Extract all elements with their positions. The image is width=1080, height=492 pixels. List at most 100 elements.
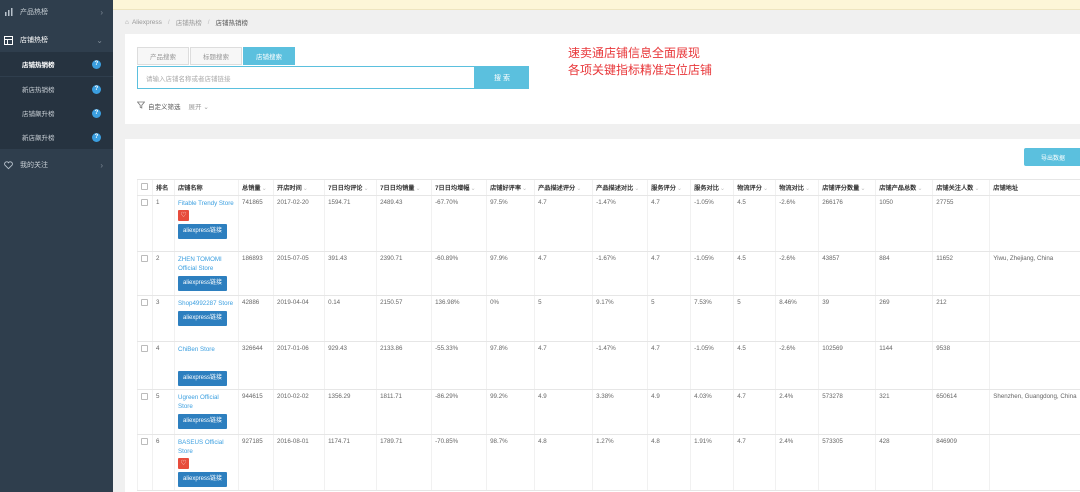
store-name-link[interactable]: Shop4992287 Store: [178, 300, 233, 307]
column-header[interactable]: 店铺好评率⌄: [486, 179, 535, 196]
sidebar-item-store-hot[interactable]: 店铺热榜 ⌄: [0, 28, 113, 52]
row-checkbox[interactable]: [137, 251, 153, 296]
store-name-link[interactable]: BASEUS Official Store: [178, 439, 224, 455]
search-input[interactable]: 请输入店铺名称或者店铺链接: [137, 66, 475, 89]
search-button[interactable]: 搜 索: [475, 66, 529, 89]
tab-product-search[interactable]: 产品搜索: [137, 47, 189, 65]
column-header[interactable]: 产品描述评分⌄: [534, 179, 593, 196]
table-cell: 5: [534, 295, 593, 342]
bar-chart-icon: [4, 7, 13, 17]
aliexpress-link-button[interactable]: aliexpress链接: [178, 414, 228, 429]
breadcrumb-link[interactable]: Aliexpress: [132, 19, 162, 26]
table-cell: 9538: [932, 341, 990, 390]
column-header[interactable]: 总销量⌄: [238, 179, 274, 196]
sort-icon[interactable]: ⌄: [303, 185, 308, 192]
breadcrumb-link[interactable]: 店铺热榜: [176, 17, 202, 27]
breadcrumb-separator: /: [207, 18, 210, 26]
help-icon[interactable]: ?: [92, 59, 101, 69]
aliexpress-link-button[interactable]: aliexpress链接: [178, 224, 228, 239]
table-cell: 4.03%: [690, 389, 734, 435]
column-header[interactable]: 服务对比⌄: [690, 179, 734, 196]
store-name-link[interactable]: ZHEN TOMOMI Official Store: [178, 256, 222, 272]
sort-icon[interactable]: ⌄: [720, 185, 725, 192]
breadcrumb: ⌂ Aliexpress / 店铺热榜 / 店铺热销榜: [125, 17, 248, 28]
sort-icon[interactable]: ⌄: [763, 185, 768, 192]
table-cell: 2390.71: [376, 251, 432, 296]
row-checkbox[interactable]: [137, 295, 153, 342]
table-cell: -1.47%: [592, 341, 648, 390]
sort-icon[interactable]: ⌄: [262, 185, 267, 192]
store-name-link[interactable]: ChiBen Store: [178, 346, 215, 353]
column-header: 店铺地址: [989, 179, 1080, 196]
column-header[interactable]: 店铺关注人数⌄: [932, 179, 990, 196]
table-cell: 1174.71: [324, 434, 377, 491]
sort-icon[interactable]: ⌄: [363, 185, 368, 192]
sort-icon[interactable]: ⌄: [860, 185, 865, 192]
sidebar-item-product-hot[interactable]: 产品热榜 ›: [0, 0, 113, 24]
table-cell: 1050: [875, 195, 933, 252]
sort-icon[interactable]: ⌄: [974, 185, 979, 192]
column-header[interactable]: 开店时间⌄: [273, 179, 325, 196]
column-header[interactable]: 7日日均销量⌄: [376, 179, 432, 196]
row-checkbox[interactable]: [137, 434, 153, 491]
sort-icon[interactable]: ⌄: [470, 185, 475, 192]
sidebar-subitem-new-store-sales[interactable]: 新店热销榜 ?: [0, 77, 113, 101]
aliexpress-link-button[interactable]: aliexpress链接: [178, 276, 228, 291]
column-header[interactable]: 服务评分⌄: [647, 179, 691, 196]
column-header[interactable]: 店铺产品总数⌄: [875, 179, 933, 196]
tab-store-search[interactable]: 店铺搜索: [243, 47, 295, 65]
select-all-checkbox[interactable]: [137, 179, 153, 196]
sort-icon[interactable]: ⌄: [677, 185, 682, 192]
sort-icon[interactable]: ⌄: [805, 185, 810, 192]
column-header[interactable]: 店铺评分数量⌄: [818, 179, 876, 196]
chevron-down-icon: ⌄: [96, 35, 103, 45]
table-cell: 11652: [932, 251, 990, 296]
column-header[interactable]: 7日日均增幅⌄: [431, 179, 487, 196]
table-cell: 0%: [486, 295, 535, 342]
table-cell: 7.53%: [690, 295, 734, 342]
table-cell: 2010-02-02: [273, 389, 325, 435]
table-cell: 136.98%: [431, 295, 487, 342]
export-button[interactable]: 导出数据: [1024, 148, 1080, 166]
sort-icon[interactable]: ⌄: [522, 185, 527, 192]
table-cell: 4.5: [733, 195, 776, 252]
aliexpress-link-button[interactable]: aliexpress链接: [178, 472, 228, 487]
column-header[interactable]: 物流对比⌄: [775, 179, 819, 196]
table-cell: 321: [875, 389, 933, 435]
table-row: 5 Ugreen Official Store aliexpress链接 944615…: [137, 389, 1080, 435]
table-cell: 2019-04-04: [273, 295, 325, 342]
sort-icon[interactable]: ⌄: [634, 185, 639, 192]
promo-text: 速卖通店铺信息全面展现 各项关键指标精准定位店铺: [568, 45, 712, 79]
table-cell: 2133.86: [376, 341, 432, 390]
table-cell: 5: [733, 295, 776, 342]
favorite-heart-icon[interactable]: ♡: [178, 458, 189, 469]
favorite-heart-icon[interactable]: ♡: [178, 210, 189, 221]
expand-toggle[interactable]: 展开 ⌄: [189, 101, 209, 111]
help-icon[interactable]: ?: [92, 108, 101, 118]
sidebar: 产品热榜 › 店铺热榜 ⌄ 店铺热销榜 ? 新店热销榜 ? 店铺飙升榜 ? 新店…: [0, 0, 113, 492]
row-checkbox[interactable]: [137, 195, 153, 252]
column-header[interactable]: 产品描述对比⌄: [592, 179, 648, 196]
column-header[interactable]: 物流评分⌄: [733, 179, 776, 196]
column-header[interactable]: 7日日均评论⌄: [324, 179, 377, 196]
help-icon[interactable]: ?: [92, 84, 101, 94]
sort-icon[interactable]: ⌄: [415, 185, 420, 192]
tab-title-search[interactable]: 标题搜索: [190, 47, 242, 65]
help-icon[interactable]: ?: [92, 132, 101, 142]
aliexpress-link-button[interactable]: aliexpress链接: [178, 311, 228, 326]
sidebar-subitem-store-sales[interactable]: 店铺热销榜 ?: [0, 52, 113, 76]
column-header-label: 店铺关注人数: [936, 185, 974, 192]
sidebar-item-my-follow[interactable]: 我的关注 ›: [0, 153, 113, 177]
store-name-link[interactable]: Fitable Trendy Store: [178, 200, 234, 207]
sidebar-subitem-new-store-rising[interactable]: 新店飙升榜 ?: [0, 125, 113, 149]
aliexpress-link-button[interactable]: aliexpress链接: [178, 371, 228, 386]
row-checkbox[interactable]: [137, 341, 153, 390]
custom-filter-link[interactable]: 自定义筛选: [148, 101, 181, 111]
address-cell: [989, 195, 1080, 252]
table-cell: 2016-08-01: [273, 434, 325, 491]
sidebar-subitem-store-rising[interactable]: 店铺飙升榜 ?: [0, 101, 113, 125]
sort-icon[interactable]: ⌄: [576, 185, 581, 192]
store-name-link[interactable]: Ugreen Official Store: [178, 394, 219, 410]
sort-icon[interactable]: ⌄: [917, 185, 922, 192]
row-checkbox[interactable]: [137, 389, 153, 435]
